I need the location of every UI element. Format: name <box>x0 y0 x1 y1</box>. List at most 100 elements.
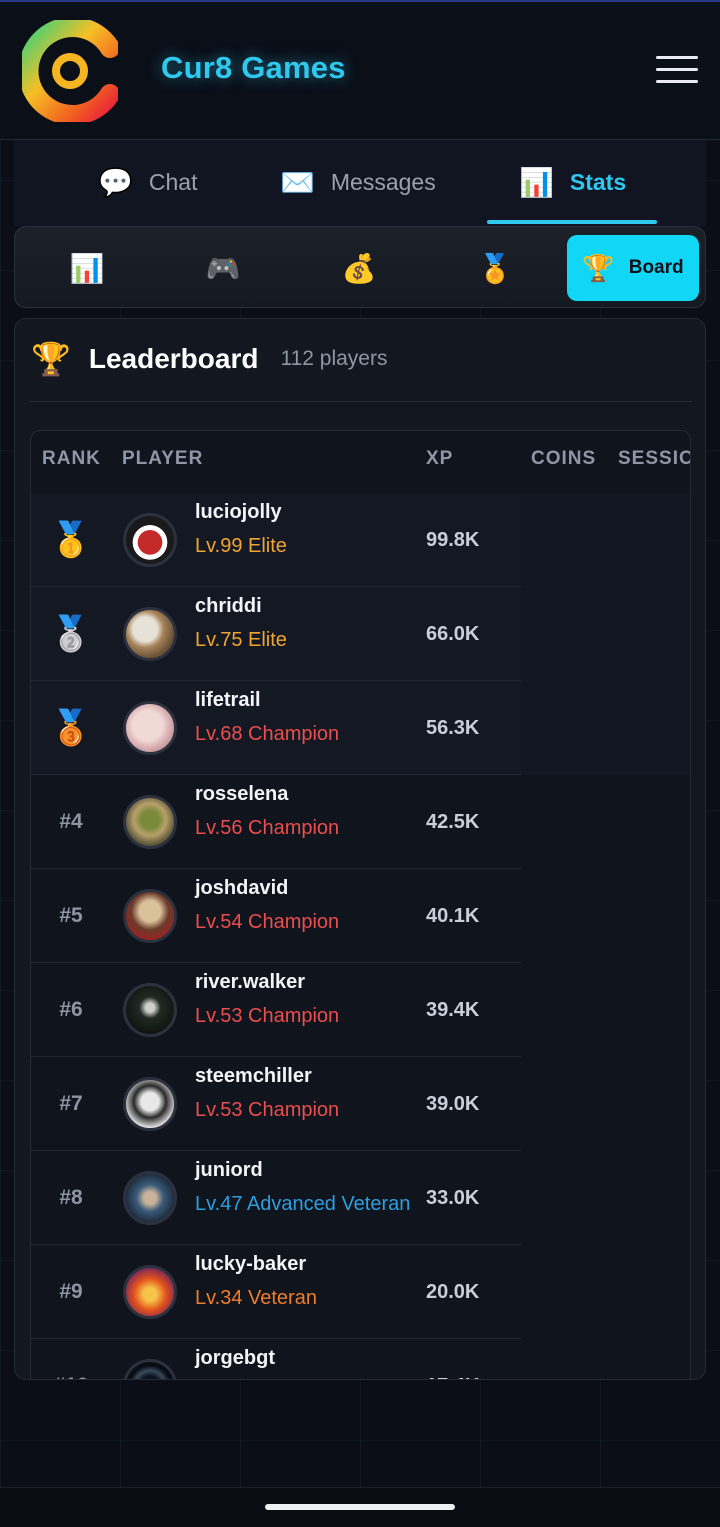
tab-messages-label: Messages <box>330 168 436 195</box>
app-header: Cur8 Games <box>0 2 720 140</box>
player-name[interactable]: chriddi <box>195 595 262 618</box>
table-row[interactable]: 🥈 chriddi Lv.75 Elite 66.0K <box>31 587 521 681</box>
bar-chart-icon: 📊 <box>519 166 554 198</box>
money-bag-icon: 💰 <box>341 252 377 284</box>
player-name[interactable]: juniord <box>195 1159 263 1182</box>
tab-stats[interactable]: 📊 Stats <box>519 162 626 202</box>
avatar[interactable] <box>123 1077 177 1131</box>
player-level: Lv.34 Veteran <box>195 1287 317 1309</box>
player-name[interactable]: river.walker <box>195 971 305 994</box>
xp-value: 66.0K <box>426 622 480 645</box>
subtab-achievements[interactable]: 🏅 <box>429 235 561 301</box>
table-row[interactable]: 🥇 luciojolly Lv.99 Elite 99.8K <box>31 493 521 587</box>
active-tab-indicator <box>487 220 657 224</box>
trophy-icon: 🏆 <box>582 252 615 283</box>
player-level: Lv.53 Champion <box>195 1099 340 1121</box>
table-row[interactable]: #4 rosselena Lv.56 Champion 42.5K <box>31 775 521 869</box>
player-name[interactable]: steemchiller <box>195 1065 312 1088</box>
xp-value: 33.0K <box>426 1186 480 1209</box>
main-tabs: 💬 Chat ✉️ Messages 📊 Stats <box>14 140 706 226</box>
player-name[interactable]: joshdavid <box>195 877 288 900</box>
avatar[interactable] <box>123 513 177 567</box>
avatar[interactable] <box>123 701 177 755</box>
rank-number: #10 <box>31 1339 111 1379</box>
rank-number: #4 <box>59 810 83 833</box>
leaderboard-table[interactable]: RANK PLAYER XP COINS SESSIO 🥇 luciojolly L… <box>30 430 691 1380</box>
avatar[interactable] <box>123 1265 177 1319</box>
column-header-coins[interactable]: COINS <box>531 448 596 470</box>
table-row[interactable]: 🥉 lifetrail Lv.68 Champion 56.3K <box>31 681 521 775</box>
column-header-xp[interactable]: XP <box>426 448 453 470</box>
table-row[interactable]: #6 river.walker Lv.53 Champion 39.4K <box>31 963 521 1057</box>
rank-number: #8 <box>59 1186 83 1209</box>
subtab-board[interactable]: 🏆 Board <box>567 235 699 301</box>
tab-stats-label: Stats <box>569 168 627 195</box>
xp-value: 99.8K <box>426 528 480 551</box>
table-row[interactable]: #7 steemchiller Lv.53 Champion 39.0K <box>31 1057 521 1151</box>
avatar[interactable] <box>123 795 177 849</box>
column-header-sessions[interactable]: SESSIO <box>618 448 690 470</box>
column-header-rank[interactable]: RANK <box>42 448 101 470</box>
xp-value: 20.0K <box>426 1280 480 1303</box>
player-level: Lv.47 Advanced Veteran <box>195 1193 411 1215</box>
player-level: Lv.56 Champion <box>195 817 340 839</box>
tab-messages[interactable]: ✉️ Messages <box>280 162 436 202</box>
tab-chat-label: Chat <box>148 168 198 195</box>
silver-medal-icon: 🥈 <box>49 615 93 653</box>
xp-value: 17.4K <box>426 1339 479 1380</box>
table-header: RANK PLAYER XP COINS SESSIO <box>31 431 690 493</box>
avatar[interactable] <box>123 1171 177 1225</box>
subtab-overview[interactable]: 📊 <box>21 235 153 301</box>
avatar[interactable] <box>123 983 177 1037</box>
table-row[interactable]: #10 jorgebgt 17.4K <box>31 1339 521 1380</box>
subtab-board-label: Board <box>628 257 684 278</box>
player-level: Lv.99 Elite <box>195 535 287 557</box>
gold-medal-icon: 🥇 <box>49 521 93 559</box>
xp-value: 40.1K <box>426 904 480 927</box>
top3-column-shade <box>521 493 690 775</box>
gamepad-icon: 🎮 <box>205 252 241 284</box>
player-name[interactable]: jorgebgt <box>195 1347 275 1370</box>
player-name[interactable]: lifetrail <box>195 689 261 712</box>
table-row[interactable]: #8 juniord Lv.47 Advanced Veteran 33.0K <box>31 1151 521 1245</box>
trophy-icon: 🏆 <box>31 341 71 377</box>
leaderboard-title: Leaderboard <box>88 343 259 374</box>
xp-value: 42.5K <box>426 810 480 833</box>
table-row[interactable]: #9 lucky-baker Lv.34 Veteran 20.0K <box>31 1245 521 1339</box>
tab-chat[interactable]: 💬 Chat <box>98 162 197 202</box>
player-name[interactable]: luciojolly <box>195 501 282 524</box>
menu-icon[interactable] <box>656 56 698 84</box>
player-level: Lv.53 Champion <box>195 1005 340 1027</box>
table-row[interactable]: #5 joshdavid Lv.54 Champion 40.1K <box>31 869 521 963</box>
bronze-medal-icon: 🥉 <box>49 709 93 747</box>
column-header-player[interactable]: PLAYER <box>122 448 203 470</box>
xp-value: 56.3K <box>426 716 480 739</box>
player-name[interactable]: lucky-baker <box>195 1253 306 1276</box>
player-count: 112 players <box>280 347 388 370</box>
player-name[interactable]: rosselena <box>195 783 288 806</box>
player-level: Lv.68 Champion <box>195 723 340 745</box>
rank-number: #5 <box>59 904 83 927</box>
avatar[interactable] <box>123 889 177 943</box>
avatar[interactable] <box>123 607 177 661</box>
cur8-logo[interactable] <box>22 20 118 122</box>
subtab-games[interactable]: 🎮 <box>157 235 289 301</box>
bar-chart-icon: 📊 <box>69 252 105 284</box>
brand-title: Cur8 Games <box>161 50 346 85</box>
home-gesture-handle[interactable] <box>265 1504 455 1510</box>
divider <box>29 401 692 402</box>
chat-bubble-icon: 💬 <box>98 166 133 198</box>
xp-value: 39.4K <box>426 998 480 1021</box>
player-level: Lv.54 Champion <box>195 911 340 933</box>
envelope-icon: ✉️ <box>280 166 315 198</box>
rank-number: #6 <box>59 998 83 1021</box>
avatar[interactable] <box>123 1359 177 1379</box>
leaderboard-panel: 🏆 Leaderboard 112 players RANK PLAYER XP… <box>14 318 706 1380</box>
subtab-coins[interactable]: 💰 <box>293 235 425 301</box>
leaderboard-header: 🏆 Leaderboard 112 players <box>31 339 387 379</box>
system-nav-bar <box>0 1487 720 1527</box>
rank-number: #9 <box>59 1280 83 1303</box>
rank-number: #7 <box>59 1092 83 1115</box>
medal-icon: 🏅 <box>477 252 513 284</box>
stats-subtabs: 📊 🎮 💰 🏅 🏆 Board <box>14 226 706 308</box>
